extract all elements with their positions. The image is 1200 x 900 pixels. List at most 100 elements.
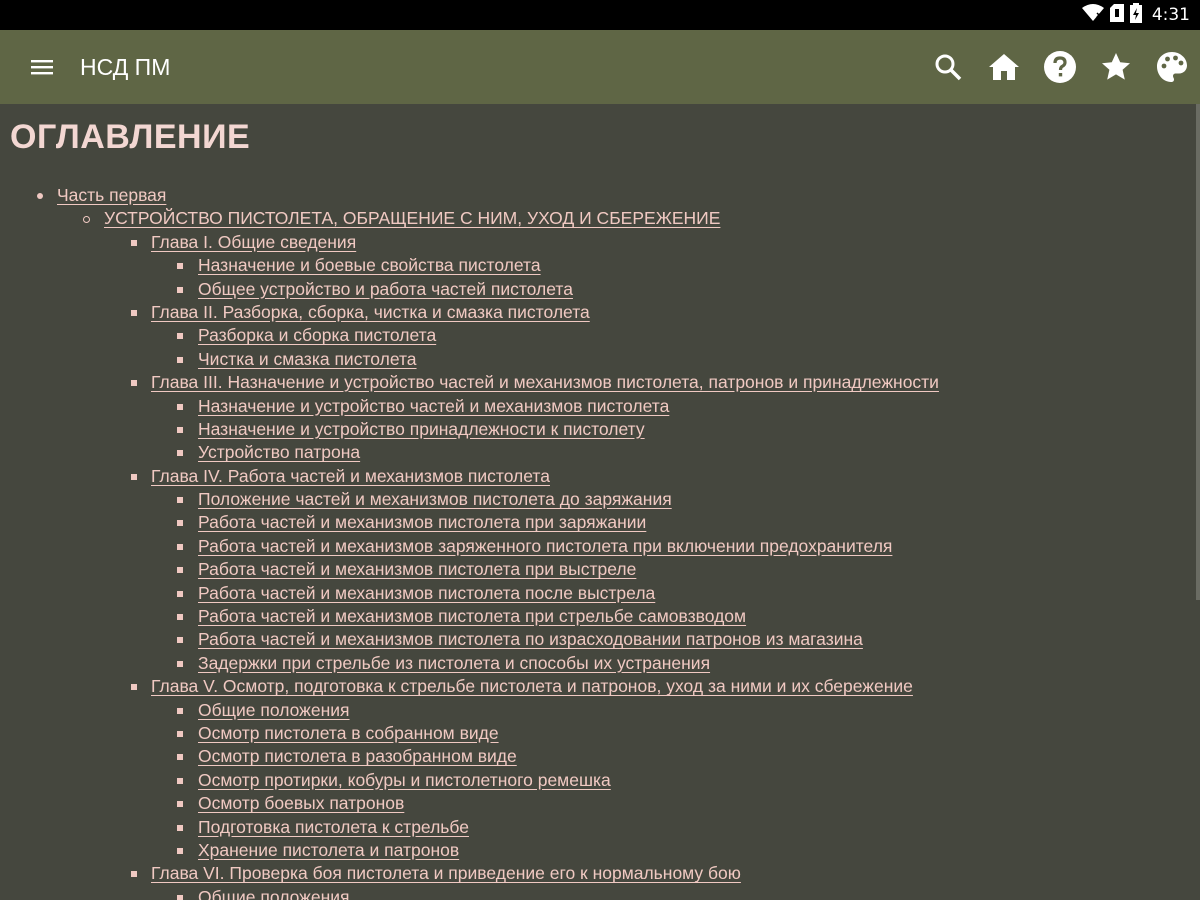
- home-button[interactable]: [976, 39, 1032, 95]
- bullet-icon: [177, 567, 183, 574]
- toc-link[interactable]: Работа частей и механизмов пистолета при…: [198, 559, 636, 579]
- toc-item: Глава VI. Проверка боя пистолета и приве…: [0, 862, 1190, 885]
- toc-link[interactable]: Работа частей и механизмов пистолета по …: [198, 629, 863, 649]
- status-bar: 4:31: [0, 0, 1200, 30]
- bullet-icon: [177, 801, 183, 808]
- toc-link[interactable]: Работа частей и механизмов заряженного п…: [198, 536, 892, 556]
- bullet-icon: [177, 730, 183, 737]
- page-title: ОГЛАВЛЕНИЕ: [10, 118, 251, 156]
- toc-link[interactable]: Разборка и сборка пистолета: [198, 325, 436, 345]
- toc-item: Назначение и боевые свойства пистолета: [0, 254, 1190, 277]
- home-icon: [989, 54, 1019, 80]
- favorites-button[interactable]: [1088, 39, 1144, 95]
- toc-item: Назначение и устройство частей и механиз…: [0, 395, 1190, 418]
- bullet-icon: [177, 356, 183, 363]
- toc-link[interactable]: Осмотр боевых патронов: [198, 793, 404, 813]
- toc-item: Глава V. Осмотр, подготовка к стрельбе п…: [0, 675, 1190, 698]
- toc-link[interactable]: УСТРОЙСТВО ПИСТОЛЕТА, ОБРАЩЕНИЕ С НИМ, У…: [104, 208, 720, 228]
- toc-link[interactable]: Задержки при стрельбе из пистолета и спо…: [198, 653, 710, 673]
- bullet-icon: [177, 777, 183, 784]
- toc-item: Устройство патрона: [0, 441, 1190, 464]
- toc-item: Подготовка пистолета к стрельбе: [0, 816, 1190, 839]
- toc-item: Часть первая: [0, 184, 1190, 207]
- bullet-icon: [177, 590, 183, 597]
- toc-link[interactable]: Часть первая: [57, 185, 166, 205]
- bullet-icon: [131, 380, 137, 387]
- toc-link[interactable]: Осмотр протирки, кобуры и пистолетного р…: [198, 770, 611, 790]
- toc-item: Назначение и устройство принадлежности к…: [0, 418, 1190, 441]
- search-button[interactable]: [920, 39, 976, 95]
- help-button[interactable]: [1032, 39, 1088, 95]
- toc-link[interactable]: Назначение и устройство частей и механиз…: [198, 396, 669, 416]
- toc-link[interactable]: Глава III. Назначение и устройство часте…: [151, 372, 939, 392]
- bullet-icon: [177, 847, 183, 854]
- toc-link[interactable]: Работа частей и механизмов пистолета пос…: [198, 583, 655, 603]
- toc-link[interactable]: Общие положения: [198, 700, 350, 720]
- toc-link[interactable]: Общее устройство и работа частей пистоле…: [198, 279, 573, 299]
- toc-link[interactable]: Работа частей и механизмов пистолета при…: [198, 512, 646, 532]
- app-title: НСД ПМ: [80, 54, 171, 80]
- bullet-icon: [131, 871, 137, 878]
- bullet-icon: [177, 286, 183, 293]
- toc-link[interactable]: Чистка и смазка пистолета: [198, 349, 417, 369]
- bullet-icon: [177, 754, 183, 761]
- toc-link[interactable]: Глава IV. Работа частей и механизмов пис…: [151, 466, 550, 486]
- toc-item: Глава I. Общие сведения: [0, 231, 1190, 254]
- toc-link[interactable]: Хранение пистолета и патронов: [198, 840, 459, 860]
- toc-item: Работа частей и механизмов пистолета пос…: [0, 582, 1190, 605]
- toolbar-actions: [920, 30, 1200, 104]
- toc-item: Общее устройство и работа частей пистоле…: [0, 278, 1190, 301]
- toc-link[interactable]: Назначение и боевые свойства пистолета: [198, 255, 541, 275]
- menu-icon: [31, 60, 53, 75]
- toc-item: Разборка и сборка пистолета: [0, 324, 1190, 347]
- toc-link[interactable]: Глава I. Общие сведения: [151, 232, 356, 252]
- toc-item: УСТРОЙСТВО ПИСТОЛЕТА, ОБРАЩЕНИЕ С НИМ, У…: [0, 207, 1190, 230]
- toc-item: Чистка и смазка пистолета: [0, 348, 1190, 371]
- toc-link[interactable]: Положение частей и механизмов пистолета …: [198, 489, 672, 509]
- bullet-icon: [37, 193, 43, 199]
- bullet-icon: [177, 263, 183, 270]
- toc-list: Часть первая УСТРОЙСТВО ПИСТОЛЕТА, ОБРАЩЕ…: [0, 184, 1190, 900]
- toc-item: Глава III. Назначение и устройство часте…: [0, 371, 1190, 394]
- toc-link[interactable]: Назначение и устройство принадлежности к…: [198, 419, 645, 439]
- battery-icon: [1129, 3, 1142, 27]
- toc-item: Положение частей и механизмов пистолета …: [0, 488, 1190, 511]
- bullet-icon: [177, 543, 183, 550]
- search-icon: [935, 54, 962, 81]
- toc-item: Работа частей и механизмов заряженного п…: [0, 535, 1190, 558]
- toc-link[interactable]: Работа частей и механизмов пистолета при…: [198, 606, 746, 626]
- scrollbar[interactable]: [1196, 104, 1200, 600]
- bullet-icon: [177, 707, 183, 714]
- toc-link[interactable]: Общие положения: [198, 887, 350, 900]
- bullet-icon: [177, 333, 183, 340]
- no-sim-icon: [1109, 4, 1124, 26]
- bullet-icon: [177, 450, 183, 457]
- toc-item: Работа частей и механизмов пистолета по …: [0, 628, 1190, 651]
- toc-item: Работа частей и механизмов пистолета при…: [0, 605, 1190, 628]
- toc-link[interactable]: Устройство патрона: [198, 442, 360, 462]
- toc-item: Работа частей и механизмов пистолета при…: [0, 511, 1190, 534]
- toc-link[interactable]: Глава II. Разборка, сборка, чистка и сма…: [151, 302, 590, 322]
- toc-link[interactable]: Глава VI. Проверка боя пистолета и приве…: [151, 863, 741, 883]
- theme-button[interactable]: [1144, 39, 1200, 95]
- bullet-icon: [177, 614, 183, 621]
- bullet-icon: [177, 824, 183, 831]
- star-icon: [1102, 53, 1130, 80]
- toc-link[interactable]: Подготовка пистолета к стрельбе: [198, 817, 469, 837]
- help-icon: [1044, 51, 1076, 83]
- toc-link[interactable]: Глава V. Осмотр, подготовка к стрельбе п…: [151, 676, 913, 696]
- bullet-icon: [131, 684, 137, 691]
- toc-item: Работа частей и механизмов пистолета при…: [0, 558, 1190, 581]
- toc-item: Глава II. Разборка, сборка, чистка и сма…: [0, 301, 1190, 324]
- menu-button[interactable]: [28, 53, 56, 81]
- status-icons: 4:31: [1081, 0, 1190, 30]
- bullet-icon: [177, 894, 183, 900]
- toc-item: Осмотр пистолета в собранном виде: [0, 722, 1190, 745]
- toc-link[interactable]: Осмотр пистолета в собранном виде: [198, 723, 499, 743]
- toc-link[interactable]: Осмотр пистолета в разобранном виде: [198, 746, 517, 766]
- toc-content: ОГЛАВЛЕНИЕ Часть первая УСТРОЙСТВО ПИСТОЛ…: [0, 104, 1190, 900]
- toc-item: Общие положения: [0, 886, 1190, 900]
- bullet-icon: [131, 309, 137, 316]
- bullet-icon: [177, 660, 183, 667]
- bullet-icon: [177, 403, 183, 410]
